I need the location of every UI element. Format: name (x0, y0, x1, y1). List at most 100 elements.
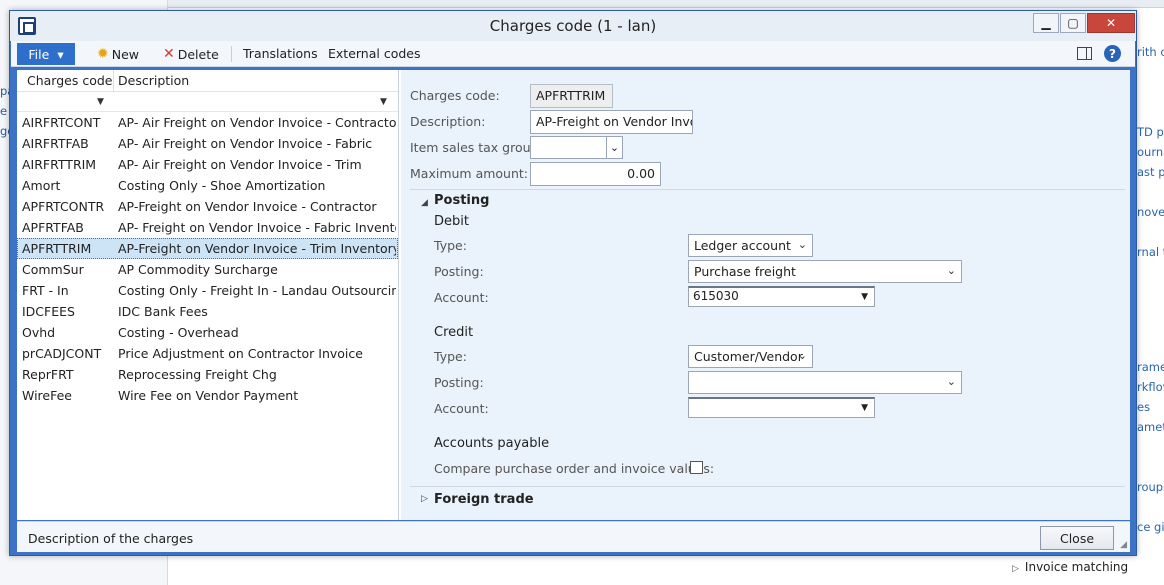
foreign-trade-section-header[interactable]: Foreign trade (434, 492, 534, 507)
column-header-charges-code[interactable]: Charges code (27, 73, 113, 88)
charges-code-field[interactable]: APFRTTRIM (530, 84, 613, 108)
chevron-down-icon[interactable]: ⌄ (606, 137, 622, 158)
credit-account-field[interactable]: ▼ (688, 397, 875, 418)
translations-button[interactable]: Translations (243, 46, 318, 61)
description-cell: AP- Freight on Vendor Invoice - Fabric I… (118, 220, 396, 235)
chevron-down-icon: ⌄ (797, 238, 807, 251)
item-sales-tax-group-select[interactable]: ⌄ (530, 136, 623, 159)
table-row[interactable]: CommSur AP Commodity Surcharge (17, 259, 398, 280)
background-right-fragment[interactable]: rkflov (1137, 380, 1164, 394)
debit-posting-select[interactable]: Purchase freight ⌄ (688, 260, 962, 283)
dropdown-arrow-icon[interactable]: ▼ (861, 292, 868, 302)
debit-type-select[interactable]: Ledger account ⌄ (688, 234, 813, 257)
grid-header: Charges code Description (17, 70, 398, 92)
table-row[interactable]: IDCFEES IDC Bank Fees (17, 301, 398, 322)
table-row[interactable]: APFRTCONTR AP-Freight on Vendor Invoice -… (17, 196, 398, 217)
table-row[interactable]: Amort Costing Only - Shoe Amortization (17, 175, 398, 196)
background-right-fragment[interactable]: amet (1137, 420, 1164, 434)
table-row[interactable]: Ovhd Costing - Overhead (17, 322, 398, 343)
background-right-fragment[interactable]: es (1137, 400, 1150, 414)
layout-panel-icon[interactable] (1077, 47, 1092, 60)
description-cell: IDC Bank Fees (118, 304, 208, 319)
charges-code-cell: AIRFRTCONT (22, 115, 101, 130)
close-icon: ✕ (1105, 16, 1117, 30)
debit-type-value: Ledger account (694, 238, 791, 253)
table-row[interactable]: FRT - In Costing Only - Freight In - Land… (17, 280, 398, 301)
credit-type-value: Customer/Vendor (694, 349, 803, 364)
invoice-matching-label: Invoice matching (1024, 560, 1129, 574)
charges-code-cell: AIRFRTTRIM (22, 157, 97, 172)
maximize-button[interactable]: ▢ (1060, 13, 1086, 33)
description-cell: AP- Air Freight on Vendor Invoice - Cont… (118, 115, 396, 130)
debit-posting-value: Purchase freight (694, 264, 796, 279)
delete-button[interactable]: ✕ Delete (163, 46, 219, 62)
invoice-matching-link[interactable]: ▷ Invoice matching (1012, 560, 1128, 574)
table-row[interactable]: APFRTTRIM AP-Freight on Vendor Invoice - … (17, 238, 398, 259)
table-row[interactable]: APFRTFAB AP- Freight on Vendor Invoice - … (17, 217, 398, 238)
divider (410, 189, 1125, 190)
close-button-label: Close (1059, 530, 1095, 546)
collapse-triangle-icon[interactable]: ◢ (421, 198, 428, 208)
external-codes-label: External codes (328, 46, 421, 61)
description-cell: Price Adjustment on Contractor Invoice (118, 346, 363, 361)
expand-triangle-icon[interactable]: ▷ (421, 494, 428, 504)
new-star-icon: ✹ (97, 46, 109, 62)
column-divider[interactable] (113, 70, 114, 92)
description-cell: Costing Only - Freight In - Landau Outso… (118, 283, 396, 298)
chevron-down-icon: ⌄ (797, 349, 807, 362)
compare-values-checkbox[interactable] (690, 461, 703, 474)
charges-code-cell: FRT - In (22, 283, 69, 298)
maximum-amount-field[interactable]: 0.00 (530, 162, 661, 186)
file-menu-button[interactable]: File ▾ (17, 43, 75, 65)
posting-section-header[interactable]: Posting (434, 193, 489, 208)
credit-type-select[interactable]: Customer/Vendor ⌄ (688, 345, 813, 368)
credit-posting-select[interactable]: ⌄ (688, 371, 962, 394)
description-label: Description: (410, 114, 486, 129)
close-button[interactable]: Close (1040, 526, 1114, 550)
minimize-icon: ▁ (1041, 16, 1051, 30)
table-row[interactable]: prCADJCONT Price Adjustment on Contractor… (17, 343, 398, 364)
credit-account-label: Account: (434, 401, 489, 416)
item-sales-tax-group-label: Item sales tax group: (410, 140, 543, 155)
background-right-fragment[interactable]: ramet (1137, 360, 1164, 374)
background-right-fragment[interactable]: nove (1137, 205, 1164, 219)
table-row[interactable]: AIRFRTFAB AP- Air Freight on Vendor Invoi… (17, 133, 398, 154)
description-field[interactable]: AP-Freight on Vendor Invoi (530, 110, 693, 134)
background-right-fragment[interactable]: ourna (1137, 145, 1164, 159)
background-left-fragment: e (0, 104, 8, 118)
background-right-fragment[interactable]: roups (1137, 480, 1164, 494)
charges-code-cell: WireFee (22, 388, 72, 403)
background-right-fragment[interactable]: ast p (1137, 165, 1164, 179)
charges-code-dialog: Charges code (1 - lan) ▁ ▢ ✕ File ▾ ✹ Ne… (9, 10, 1137, 556)
background-right-fragment[interactable]: rnal t (1137, 245, 1164, 259)
chevron-down-icon: ⌄ (946, 375, 956, 388)
debit-account-field[interactable]: 615030 ▼ (688, 286, 875, 307)
background-right-fragment[interactable]: rith c (1137, 45, 1164, 59)
background-top-strip (0, 0, 1164, 8)
background-right-fragment[interactable]: ce gi (1137, 520, 1164, 534)
detail-pane: Charges code: APFRTTRIM Description: AP-… (401, 70, 1130, 520)
external-codes-button[interactable]: External codes (328, 46, 421, 61)
table-row[interactable]: WireFee Wire Fee on Vendor Payment (17, 385, 398, 406)
accounts-payable-heading: Accounts payable (434, 436, 550, 451)
minimize-button[interactable]: ▁ (1033, 13, 1059, 33)
close-window-button[interactable]: ✕ (1087, 13, 1135, 33)
charges-code-cell: IDCFEES (22, 304, 75, 319)
table-row[interactable]: ReprFRT Reprocessing Freight Chg (17, 364, 398, 385)
filter-dropdown-icon[interactable]: ▼ (380, 97, 387, 107)
column-header-description[interactable]: Description (118, 73, 189, 88)
filter-dropdown-icon[interactable]: ▼ (97, 97, 104, 107)
new-button[interactable]: ✹ New (97, 46, 139, 62)
resize-grip-icon[interactable]: ◢ (1120, 540, 1127, 550)
dropdown-arrow-icon[interactable]: ▼ (861, 403, 868, 413)
new-label: New (111, 46, 139, 62)
table-row[interactable]: AIRFRTTRIM AP- Air Freight on Vendor Invo… (17, 154, 398, 175)
table-row[interactable]: AIRFRTCONT AP- Air Freight on Vendor Invo… (17, 112, 398, 133)
charges-code-grid: Charges code Description ▼ ▼ AIRFRTCONT A… (17, 70, 399, 520)
help-icon[interactable]: ? (1104, 45, 1121, 62)
title-bar[interactable]: Charges code (1 - lan) ▁ ▢ ✕ (10, 11, 1136, 41)
background-right-fragment[interactable]: TD pu (1137, 125, 1164, 139)
action-pane: File ▾ ✹ New ✕ Delete Translations Exter… (11, 41, 1135, 67)
form-content: Charges code Description ▼ ▼ AIRFRTCONT A… (17, 70, 1130, 520)
maximum-amount-label: Maximum amount: (410, 166, 529, 181)
